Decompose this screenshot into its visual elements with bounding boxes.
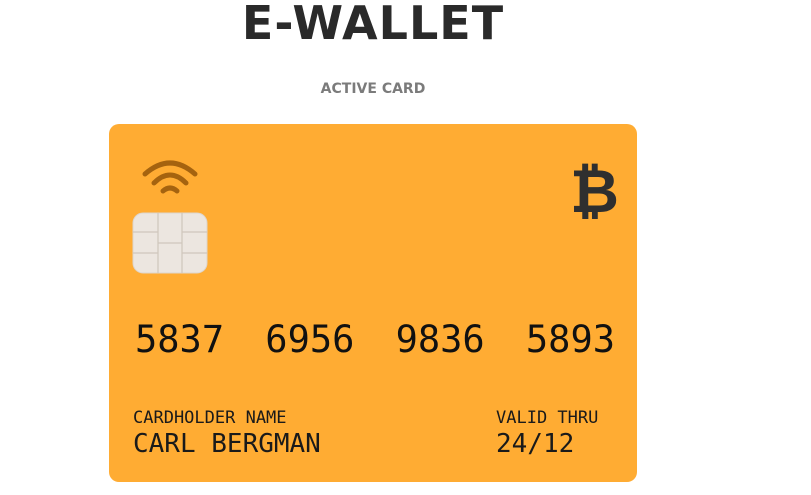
card-number-group: 5837 [135, 318, 225, 361]
expiry-block: VALID THRU 24/12 [496, 408, 598, 460]
cardholder-name: CARL BERGMAN [133, 429, 321, 459]
active-card-label: ACTIVE CARD [320, 81, 426, 97]
bitcoin-icon: ₿ [570, 157, 619, 227]
expiry-date: 24/12 [496, 429, 575, 459]
cardholder-block: CARDHOLDER NAME CARL BERGMAN [133, 408, 321, 460]
card-number-group: 9836 [395, 318, 485, 361]
cardholder-label: CARDHOLDER NAME [133, 408, 287, 428]
expiry-label: VALID THRU [496, 408, 599, 428]
card-number-group: 5893 [525, 318, 615, 361]
credit-card[interactable]: ₿ 5837 6956 9836 5893 CARDHOLDER NAME CA… [109, 124, 637, 482]
emv-chip-icon [132, 212, 208, 274]
card-number-group: 6956 [265, 318, 355, 361]
wifi-contactless-icon [142, 160, 198, 194]
page-title: E-WALLET [241, 0, 505, 50]
card-number: 5837 6956 9836 5893 [135, 318, 615, 362]
